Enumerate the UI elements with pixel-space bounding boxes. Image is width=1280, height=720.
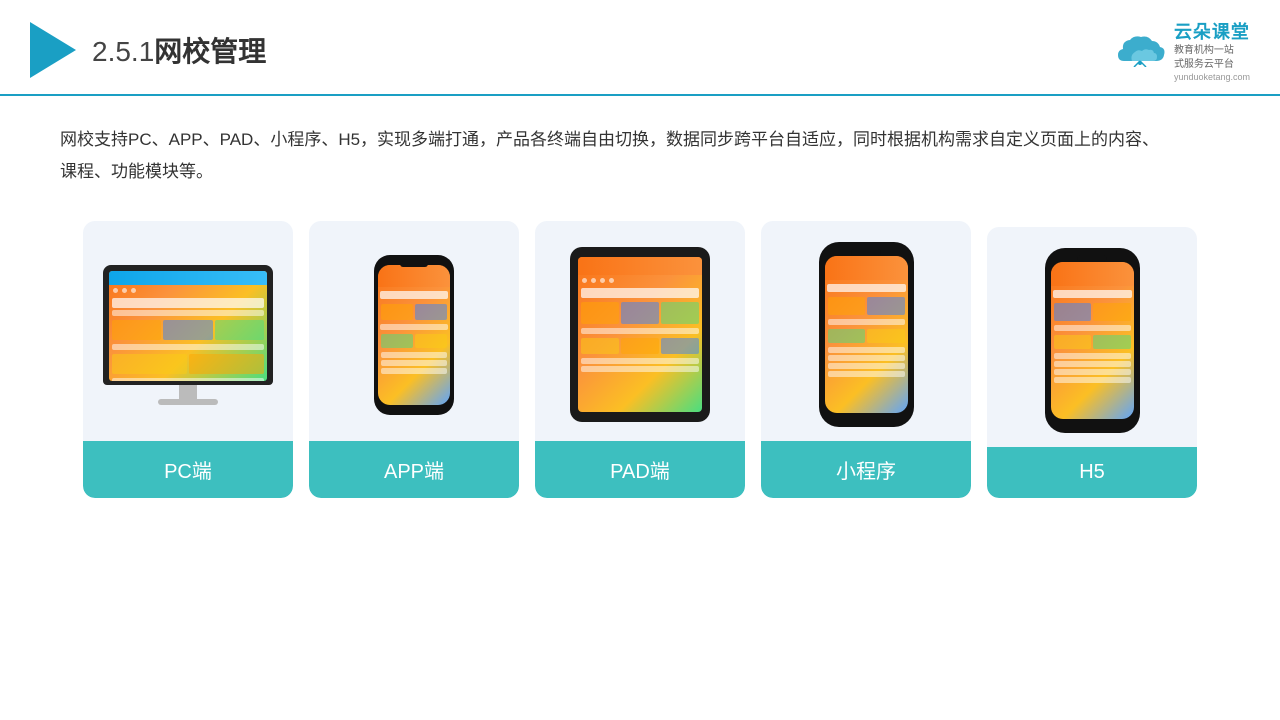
mini-phone-outer	[819, 242, 914, 427]
card-app: APP端	[309, 221, 519, 498]
card-h5: H5	[987, 227, 1197, 498]
mini-phone-notch	[851, 249, 881, 256]
tablet-screen	[578, 257, 702, 412]
card-mini: 小程序	[761, 221, 971, 498]
phone-notch	[400, 261, 428, 267]
tablet-device	[570, 247, 710, 422]
brand-logo: 云朵课堂 教育机构一站式服务云平台 yunduoketang.com	[1114, 18, 1250, 82]
card-h5-label: H5	[987, 447, 1197, 498]
card-app-label: APP端	[309, 441, 519, 498]
h5-phone-device	[1045, 248, 1140, 433]
card-h5-image	[987, 227, 1197, 447]
card-pad: PAD端	[535, 221, 745, 498]
card-pc: PC端	[83, 221, 293, 498]
app-phone-screen	[378, 265, 450, 405]
monitor-device	[103, 265, 273, 405]
page-title: 2.5.1网校管理	[92, 30, 266, 70]
card-mini-image	[761, 221, 971, 441]
app-phone-device	[374, 255, 454, 415]
page-header: 2.5.1网校管理 云朵课堂 教育机构一站式服务云平台 yunduoketang…	[0, 0, 1280, 96]
cloud-icon	[1114, 33, 1166, 67]
h5-phone-notch	[1077, 255, 1107, 262]
main-content: 网校支持PC、APP、PAD、小程序、H5，实现多端打通，产品各终端自由切换，数…	[0, 96, 1280, 518]
logo-triangle-icon	[30, 22, 76, 78]
h5-phone-outer	[1045, 248, 1140, 433]
mini-phone-device	[819, 242, 914, 427]
h5-phone-screen	[1051, 262, 1134, 419]
monitor-screen	[109, 271, 267, 381]
cards-row: PC端	[60, 221, 1220, 498]
card-mini-label: 小程序	[761, 441, 971, 498]
mini-phone-screen	[825, 256, 908, 413]
app-phone-outer	[374, 255, 454, 415]
brand-text: 云朵课堂 教育机构一站式服务云平台 yunduoketang.com	[1174, 18, 1250, 82]
card-app-image	[309, 221, 519, 441]
card-pc-label: PC端	[83, 441, 293, 498]
card-pad-label: PAD端	[535, 441, 745, 498]
description-text: 网校支持PC、APP、PAD、小程序、H5，实现多端打通，产品各终端自由切换，数…	[60, 124, 1160, 189]
tablet-outer	[570, 247, 710, 422]
header-left: 2.5.1网校管理	[30, 22, 266, 78]
card-pc-image	[83, 221, 293, 441]
monitor-screen-outer	[103, 265, 273, 385]
card-pad-image	[535, 221, 745, 441]
